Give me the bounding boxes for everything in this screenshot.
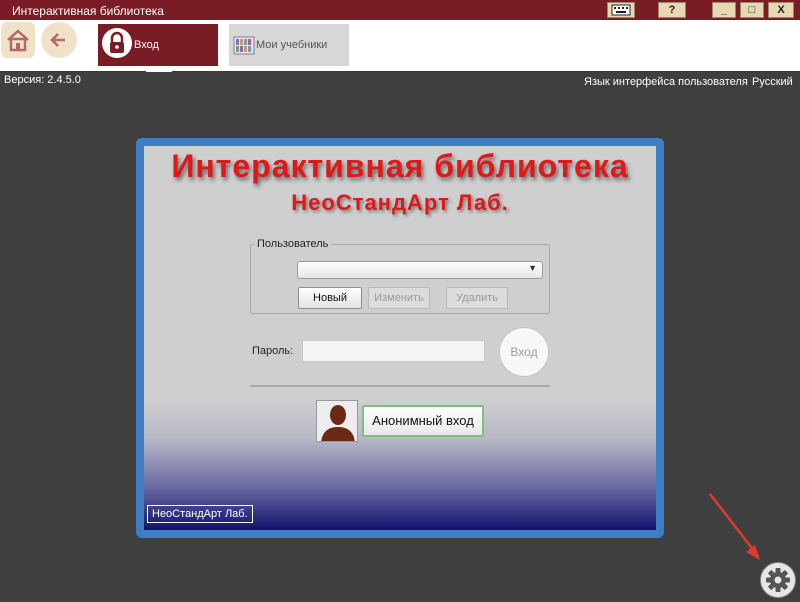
dialog-title: Интерактивная библиотека <box>171 148 629 184</box>
maximize-button[interactable]: □ <box>740 2 764 18</box>
version-label: Версия: 2.4.5.0 <box>4 74 81 86</box>
tab-my-textbooks[interactable]: Мои учебники <box>229 24 349 66</box>
user-dropdown[interactable]: ▼ <box>297 261 543 279</box>
annotation-arrow-icon <box>709 493 760 560</box>
language-label: Язык интерфейса пользователя <box>584 76 748 88</box>
back-button[interactable] <box>41 22 77 58</box>
login-button[interactable]: Вход <box>499 327 549 377</box>
password-label: Пароль: <box>252 345 294 357</box>
password-field[interactable] <box>302 340 485 362</box>
active-tab-indicator <box>146 68 172 72</box>
window-titlebar: Интерактивная библиотека ? _ □ X <box>0 0 800 20</box>
gear-icon <box>766 568 790 592</box>
user-silhouette-icon <box>316 400 358 442</box>
dialog-subtitle: НеоСтандАрт Лаб. <box>291 190 509 215</box>
settings-button[interactable] <box>760 562 796 598</box>
delete-user-button[interactable]: Удалить <box>446 287 508 309</box>
language-selector[interactable]: Русский <box>752 76 793 88</box>
edit-user-button[interactable]: Изменить <box>368 287 430 309</box>
minimize-button[interactable]: _ <box>712 2 736 18</box>
lock-icon <box>102 28 132 58</box>
window-title: Интерактивная библиотека <box>12 4 164 18</box>
brand-label: НеоСтандАрт Лаб. <box>147 505 253 523</box>
tab-my-textbooks-label: Мои учебники <box>256 39 328 51</box>
anonymous-login-button[interactable]: Анонимный вход <box>362 405 484 437</box>
home-icon <box>7 29 29 52</box>
chevron-down-icon: ▼ <box>528 263 537 273</box>
main-toolbar: Вход Мои учебники <box>0 20 800 72</box>
help-button[interactable]: ? <box>658 2 686 18</box>
tab-login-label: Вход <box>134 39 159 51</box>
tab-login[interactable]: Вход <box>98 24 218 66</box>
close-button[interactable]: X <box>768 2 794 18</box>
dialog-divider <box>250 385 550 387</box>
new-user-button[interactable]: Новый <box>298 287 362 309</box>
keyboard-icon[interactable] <box>607 2 635 18</box>
login-dialog: Интерактивная библиотека НеоСтандАрт Лаб… <box>144 146 656 530</box>
arrow-left-icon <box>50 33 65 47</box>
home-button[interactable] <box>1 22 35 58</box>
books-icon <box>233 34 255 56</box>
user-group-label: Пользователь <box>254 238 332 250</box>
